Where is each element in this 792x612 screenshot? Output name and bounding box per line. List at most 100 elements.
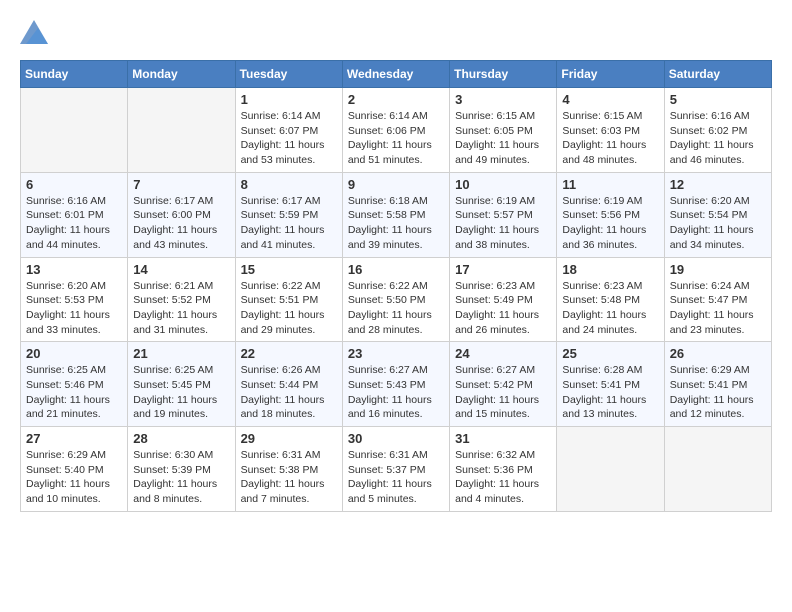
cell-detail: Sunrise: 6:30 AMSunset: 5:39 PMDaylight:… [133, 448, 229, 507]
cell-detail: Sunrise: 6:21 AMSunset: 5:52 PMDaylight:… [133, 279, 229, 338]
day-number: 10 [455, 177, 551, 192]
calendar-week-row: 6 Sunrise: 6:16 AMSunset: 6:01 PMDaylight… [21, 172, 772, 257]
table-row: 8 Sunrise: 6:17 AMSunset: 5:59 PMDaylight… [235, 172, 342, 257]
day-number: 25 [562, 346, 658, 361]
day-number: 5 [670, 92, 766, 107]
cell-detail: Sunrise: 6:27 AMSunset: 5:42 PMDaylight:… [455, 363, 551, 422]
table-row: 2Sunrise: 6:14 AMSunset: 6:06 PMDaylight… [342, 88, 449, 173]
day-number: 30 [348, 431, 444, 446]
logo [20, 20, 52, 44]
day-number: 23 [348, 346, 444, 361]
weekday-header-row: Sunday Monday Tuesday Wednesday Thursday… [21, 61, 772, 88]
day-number: 18 [562, 262, 658, 277]
table-row: 27 Sunrise: 6:29 AMSunset: 5:40 PMDayligh… [21, 427, 128, 512]
cell-detail: Sunrise: 6:26 AMSunset: 5:44 PMDaylight:… [241, 363, 337, 422]
table-row: 12Sunrise: 6:20 AMSunset: 5:54 PMDayligh… [664, 172, 771, 257]
table-row: 19 Sunrise: 6:24 AMSunset: 5:47 PMDayligh… [664, 257, 771, 342]
table-row: 17 Sunrise: 6:23 AMSunset: 5:49 PMDayligh… [450, 257, 557, 342]
day-number: 11 [562, 177, 658, 192]
calendar-table: Sunday Monday Tuesday Wednesday Thursday… [20, 60, 772, 512]
table-row: 9 Sunrise: 6:18 AMSunset: 5:58 PMDaylight… [342, 172, 449, 257]
cell-detail: Sunrise: 6:15 AMSunset: 6:03 PMDaylight:… [562, 109, 658, 168]
page-header [20, 20, 772, 44]
cell-detail: Sunrise: 6:29 AMSunset: 5:41 PMDaylight:… [670, 363, 766, 422]
table-row: 25Sunrise: 6:28 AMSunset: 5:41 PMDayligh… [557, 342, 664, 427]
calendar-week-row: 13 Sunrise: 6:20 AMSunset: 5:53 PMDayligh… [21, 257, 772, 342]
table-row: 15Sunrise: 6:22 AMSunset: 5:51 PMDayligh… [235, 257, 342, 342]
day-number: 28 [133, 431, 229, 446]
table-row: 16 Sunrise: 6:22 AMSunset: 5:50 PMDayligh… [342, 257, 449, 342]
cell-detail: Sunrise: 6:17 AMSunset: 6:00 PMDaylight:… [133, 194, 229, 253]
day-number: 12 [670, 177, 766, 192]
day-number: 21 [133, 346, 229, 361]
day-number: 8 [241, 177, 337, 192]
day-number: 6 [26, 177, 122, 192]
header-wednesday: Wednesday [342, 61, 449, 88]
day-number: 7 [133, 177, 229, 192]
logo-icon [20, 20, 48, 44]
day-number: 27 [26, 431, 122, 446]
table-row: 20 Sunrise: 6:25 AMSunset: 5:46 PMDayligh… [21, 342, 128, 427]
cell-detail: Sunrise: 6:25 AMSunset: 5:45 PMDaylight:… [133, 363, 229, 422]
table-row [664, 427, 771, 512]
day-number: 22 [241, 346, 337, 361]
cell-detail: Sunrise: 6:22 AMSunset: 5:50 PMDaylight:… [348, 279, 444, 338]
day-number: 17 [455, 262, 551, 277]
table-row [21, 88, 128, 173]
cell-detail: Sunrise: 6:14 AMSunset: 6:07 PMDaylight:… [241, 109, 337, 168]
day-number: 24 [455, 346, 551, 361]
calendar-week-row: 20 Sunrise: 6:25 AMSunset: 5:46 PMDayligh… [21, 342, 772, 427]
cell-detail: Sunrise: 6:31 AMSunset: 5:38 PMDaylight:… [241, 448, 337, 507]
cell-detail: Sunrise: 6:23 AMSunset: 5:49 PMDaylight:… [455, 279, 551, 338]
header-friday: Friday [557, 61, 664, 88]
cell-detail: Sunrise: 6:32 AMSunset: 5:36 PMDaylight:… [455, 448, 551, 507]
table-row: 10 Sunrise: 6:19 AMSunset: 5:57 PMDayligh… [450, 172, 557, 257]
table-row: 21 Sunrise: 6:25 AMSunset: 5:45 PMDayligh… [128, 342, 235, 427]
day-number: 13 [26, 262, 122, 277]
day-number: 31 [455, 431, 551, 446]
header-thursday: Thursday [450, 61, 557, 88]
cell-detail: Sunrise: 6:29 AMSunset: 5:40 PMDaylight:… [26, 448, 122, 507]
table-row: 4 Sunrise: 6:15 AMSunset: 6:03 PMDaylight… [557, 88, 664, 173]
table-row: 7 Sunrise: 6:17 AMSunset: 6:00 PMDaylight… [128, 172, 235, 257]
cell-detail: Sunrise: 6:14 AMSunset: 6:06 PMDaylight:… [348, 109, 444, 168]
cell-detail: Sunrise: 6:19 AMSunset: 5:57 PMDaylight:… [455, 194, 551, 253]
table-row: 3 Sunrise: 6:15 AMSunset: 6:05 PMDaylight… [450, 88, 557, 173]
table-row: 18Sunrise: 6:23 AMSunset: 5:48 PMDayligh… [557, 257, 664, 342]
table-row: 22 Sunrise: 6:26 AMSunset: 5:44 PMDayligh… [235, 342, 342, 427]
table-row: 31 Sunrise: 6:32 AMSunset: 5:36 PMDayligh… [450, 427, 557, 512]
cell-detail: Sunrise: 6:24 AMSunset: 5:47 PMDaylight:… [670, 279, 766, 338]
day-number: 4 [562, 92, 658, 107]
cell-detail: Sunrise: 6:17 AMSunset: 5:59 PMDaylight:… [241, 194, 337, 253]
cell-detail: Sunrise: 6:20 AMSunset: 5:53 PMDaylight:… [26, 279, 122, 338]
day-number: 20 [26, 346, 122, 361]
table-row [128, 88, 235, 173]
day-number: 29 [241, 431, 337, 446]
table-row: 26 Sunrise: 6:29 AMSunset: 5:41 PMDayligh… [664, 342, 771, 427]
table-row [557, 427, 664, 512]
header-tuesday: Tuesday [235, 61, 342, 88]
day-number: 3 [455, 92, 551, 107]
table-row: 1 Sunrise: 6:14 AMSunset: 6:07 PMDaylight… [235, 88, 342, 173]
day-number: 1 [241, 92, 337, 107]
day-number: 15 [241, 262, 337, 277]
cell-detail: Sunrise: 6:18 AMSunset: 5:58 PMDaylight:… [348, 194, 444, 253]
table-row: 30 Sunrise: 6:31 AMSunset: 5:37 PMDayligh… [342, 427, 449, 512]
day-number: 26 [670, 346, 766, 361]
table-row: 14Sunrise: 6:21 AMSunset: 5:52 PMDayligh… [128, 257, 235, 342]
table-row: 11 Sunrise: 6:19 AMSunset: 5:56 PMDayligh… [557, 172, 664, 257]
table-row: 29 Sunrise: 6:31 AMSunset: 5:38 PMDayligh… [235, 427, 342, 512]
cell-detail: Sunrise: 6:19 AMSunset: 5:56 PMDaylight:… [562, 194, 658, 253]
table-row: 28 Sunrise: 6:30 AMSunset: 5:39 PMDayligh… [128, 427, 235, 512]
cell-detail: Sunrise: 6:25 AMSunset: 5:46 PMDaylight:… [26, 363, 122, 422]
calendar-week-row: 1 Sunrise: 6:14 AMSunset: 6:07 PMDaylight… [21, 88, 772, 173]
cell-detail: Sunrise: 6:16 AMSunset: 6:01 PMDaylight:… [26, 194, 122, 253]
day-number: 16 [348, 262, 444, 277]
table-row: 13 Sunrise: 6:20 AMSunset: 5:53 PMDayligh… [21, 257, 128, 342]
cell-detail: Sunrise: 6:15 AMSunset: 6:05 PMDaylight:… [455, 109, 551, 168]
day-number: 19 [670, 262, 766, 277]
cell-detail: Sunrise: 6:31 AMSunset: 5:37 PMDaylight:… [348, 448, 444, 507]
table-row: 24 Sunrise: 6:27 AMSunset: 5:42 PMDayligh… [450, 342, 557, 427]
day-number: 9 [348, 177, 444, 192]
cell-detail: Sunrise: 6:27 AMSunset: 5:43 PMDaylight:… [348, 363, 444, 422]
